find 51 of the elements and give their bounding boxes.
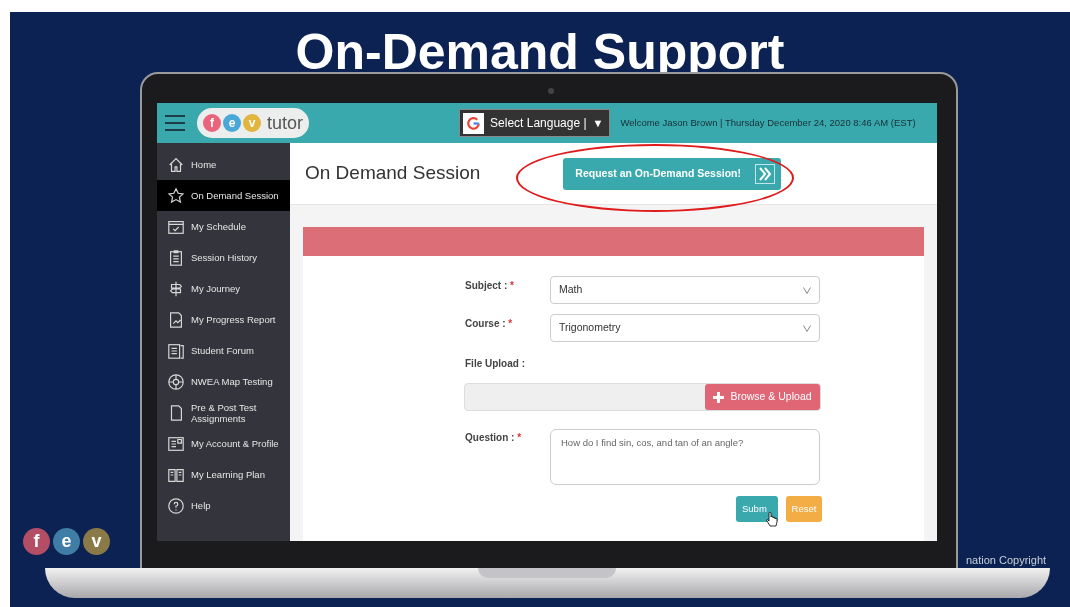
logo-letter: e xyxy=(223,114,241,132)
sidebar-item[interactable]: Home xyxy=(157,149,290,180)
language-select[interactable]: Select Language | ▼ xyxy=(459,109,611,137)
signpost-icon xyxy=(167,279,185,298)
sidebar-item[interactable]: My Journey xyxy=(157,273,290,304)
sidebar-item[interactable]: Pre & Post Test Assignments xyxy=(157,397,290,428)
required-asterisk: * xyxy=(517,432,522,443)
sidebar-item[interactable]: My Schedule xyxy=(157,211,290,242)
clipboard-icon xyxy=(167,248,185,267)
logo-letter: f xyxy=(23,528,50,555)
logo-letter: e xyxy=(53,528,80,555)
welcome-text: Welcome Jason Brown | Thursday December 24, 2020 8:46 AM (EST) xyxy=(620,115,916,130)
page-title: On Demand Session xyxy=(305,161,481,186)
sidebar-item[interactable]: Help xyxy=(157,490,290,521)
logo-letter: v xyxy=(83,528,110,555)
copyright-text: nation Copyright xyxy=(966,553,1047,568)
chevron-down-icon xyxy=(803,324,811,332)
slide-title: On-Demand Support xyxy=(294,23,786,82)
logo-text: tutor xyxy=(267,111,304,135)
field-label: Subject : * xyxy=(465,279,515,293)
sidebar-item[interactable]: On Demand Session xyxy=(157,180,290,211)
required-asterisk: * xyxy=(510,280,514,291)
select-field[interactable]: Trigonometry xyxy=(550,314,820,342)
lifebuoy-icon xyxy=(167,372,185,391)
profile-card-icon xyxy=(167,434,185,453)
question-textarea[interactable]: How do I find sin, cos, and tan of an angle? xyxy=(550,429,820,485)
forum-icon xyxy=(167,341,185,360)
plus-icon xyxy=(713,391,725,403)
sidebar-item[interactable]: Session History xyxy=(157,242,290,273)
sidebar-item[interactable]: Student Forum xyxy=(157,335,290,366)
home-icon xyxy=(167,155,185,174)
sidebar-item[interactable]: My Account & Profile xyxy=(157,428,290,459)
hand-cursor-icon xyxy=(766,512,778,528)
double-chevron-icon xyxy=(755,163,776,184)
star-icon xyxy=(167,186,185,205)
chevron-down-icon xyxy=(803,286,811,294)
logo-letter: v xyxy=(243,114,261,132)
required-asterisk: * xyxy=(508,318,513,329)
logo-letter: f xyxy=(203,114,221,132)
field-label: File Upload : xyxy=(465,357,526,371)
report-icon xyxy=(167,310,185,329)
google-icon xyxy=(463,112,485,134)
field-label: Question : * xyxy=(465,431,523,445)
field-label: Course : * xyxy=(465,317,514,331)
select-field[interactable]: Math xyxy=(550,276,820,304)
help-icon xyxy=(167,496,185,515)
menu-icon[interactable] xyxy=(165,115,185,131)
camera-icon xyxy=(548,88,554,94)
sidebar-item[interactable]: My Progress Report xyxy=(157,304,290,335)
sidebar-item[interactable]: My Learning Plan xyxy=(157,459,290,490)
sidebar-item[interactable]: NWEA Map Testing xyxy=(157,366,290,397)
